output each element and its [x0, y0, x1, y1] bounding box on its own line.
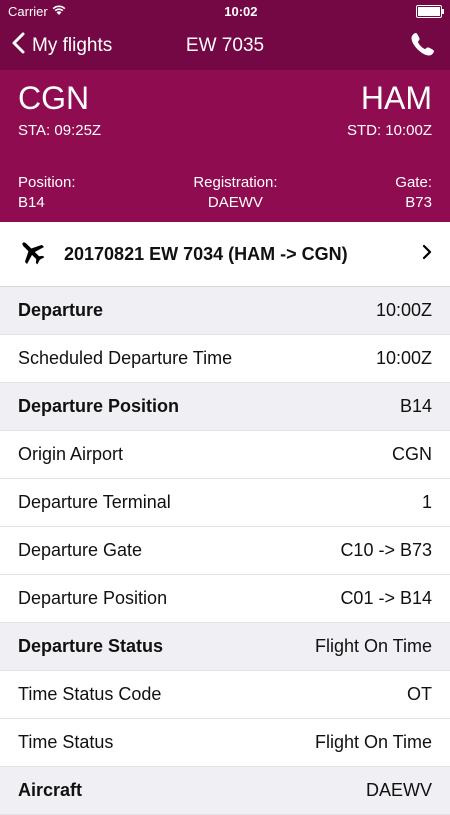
- registration-label: Registration:: [193, 174, 278, 191]
- row-label: Departure Position: [18, 396, 180, 416]
- row-value: CGN: [392, 444, 432, 464]
- nav-bar: My flights EW 7035: [0, 22, 450, 70]
- battery-icon: [415, 4, 444, 18]
- row-label: Scheduled Departure Time: [18, 348, 233, 368]
- registration-value: DAEWV: [207, 194, 263, 211]
- row-value: DAEWV: [365, 780, 432, 800]
- row-value: C10 -> B73: [340, 540, 432, 560]
- position-label: Position:: [18, 174, 76, 191]
- detail-list: Departure 10:00Z Scheduled Departure Time 1…: [0, 287, 450, 815]
- row-label: Origin Airport: [18, 444, 124, 464]
- section-header-row: Departure Position B14: [0, 383, 450, 431]
- status-bar: Carrier 10:02: [0, 0, 450, 22]
- row-label: Departure Status: [18, 636, 164, 656]
- wifi-icon: [52, 4, 66, 19]
- back-button-label: My flights: [32, 35, 113, 56]
- destination-code: HAM: [360, 80, 432, 116]
- section-header-row: Departure 10:00Z: [0, 287, 450, 335]
- row-value: Flight On Time: [314, 636, 432, 656]
- row-value: Flight On Time: [314, 732, 432, 752]
- detail-row: Departure Gate C10 -> B73: [0, 527, 450, 575]
- row-value: 10:00Z: [375, 300, 432, 320]
- row-value: OT: [407, 684, 432, 704]
- back-button[interactable]: My flights: [10, 32, 112, 60]
- row-label: Departure: [18, 300, 104, 320]
- clock: 10:02: [224, 3, 258, 19]
- phone-icon[interactable]: [410, 31, 436, 62]
- detail-row: Time Status Code OT: [0, 671, 450, 719]
- section-header-row: Aircraft DAEWV: [0, 767, 450, 815]
- origin-time: STA: 09:25Z: [18, 122, 102, 139]
- flight-header: Carrier 10:02 My flights EW 7035 CGN STA…: [0, 0, 450, 222]
- origin-code: CGN: [18, 80, 90, 116]
- detail-row: Time Status Flight On Time: [0, 719, 450, 767]
- route-summary: CGN STA: 09:25Z HAM STD: 10:00Z: [0, 70, 450, 139]
- detail-row: Scheduled Departure Time 10:00Z: [0, 335, 450, 383]
- row-value: C01 -> B14: [340, 588, 432, 608]
- gate-value: B73: [405, 194, 432, 211]
- row-label: Time Status: [18, 732, 114, 752]
- row-value: B14: [399, 396, 432, 416]
- row-label: Time Status Code: [18, 684, 162, 704]
- chevron-left-icon: [10, 32, 26, 60]
- destination-time: STD: 10:00Z: [346, 122, 432, 139]
- row-label: Aircraft: [18, 780, 83, 800]
- airplane-icon: [18, 238, 46, 271]
- flight-meta: Position: B14 Registration: DAEWV Gate: …: [0, 139, 450, 213]
- position-value: B14: [18, 194, 45, 211]
- gate-label: Gate:: [395, 174, 432, 191]
- row-label: Departure Gate: [18, 540, 143, 560]
- row-value: 10:00Z: [375, 348, 432, 368]
- section-header-row: Departure Status Flight On Time: [0, 623, 450, 671]
- linked-flight-row[interactable]: 20170821 EW 7034 (HAM -> CGN): [0, 222, 450, 287]
- linked-flight-label: 20170821 EW 7034 (HAM -> CGN): [64, 243, 348, 264]
- chevron-right-icon: [422, 244, 432, 265]
- row-label: Departure Position: [18, 588, 168, 608]
- row-value: 1: [421, 492, 432, 512]
- detail-row: Departure Position C01 -> B14: [0, 575, 450, 623]
- carrier-label: Carrier: [8, 3, 48, 19]
- detail-row: Departure Terminal 1: [0, 479, 450, 527]
- detail-row: Origin Airport CGN: [0, 431, 450, 479]
- row-label: Departure Terminal: [18, 492, 171, 512]
